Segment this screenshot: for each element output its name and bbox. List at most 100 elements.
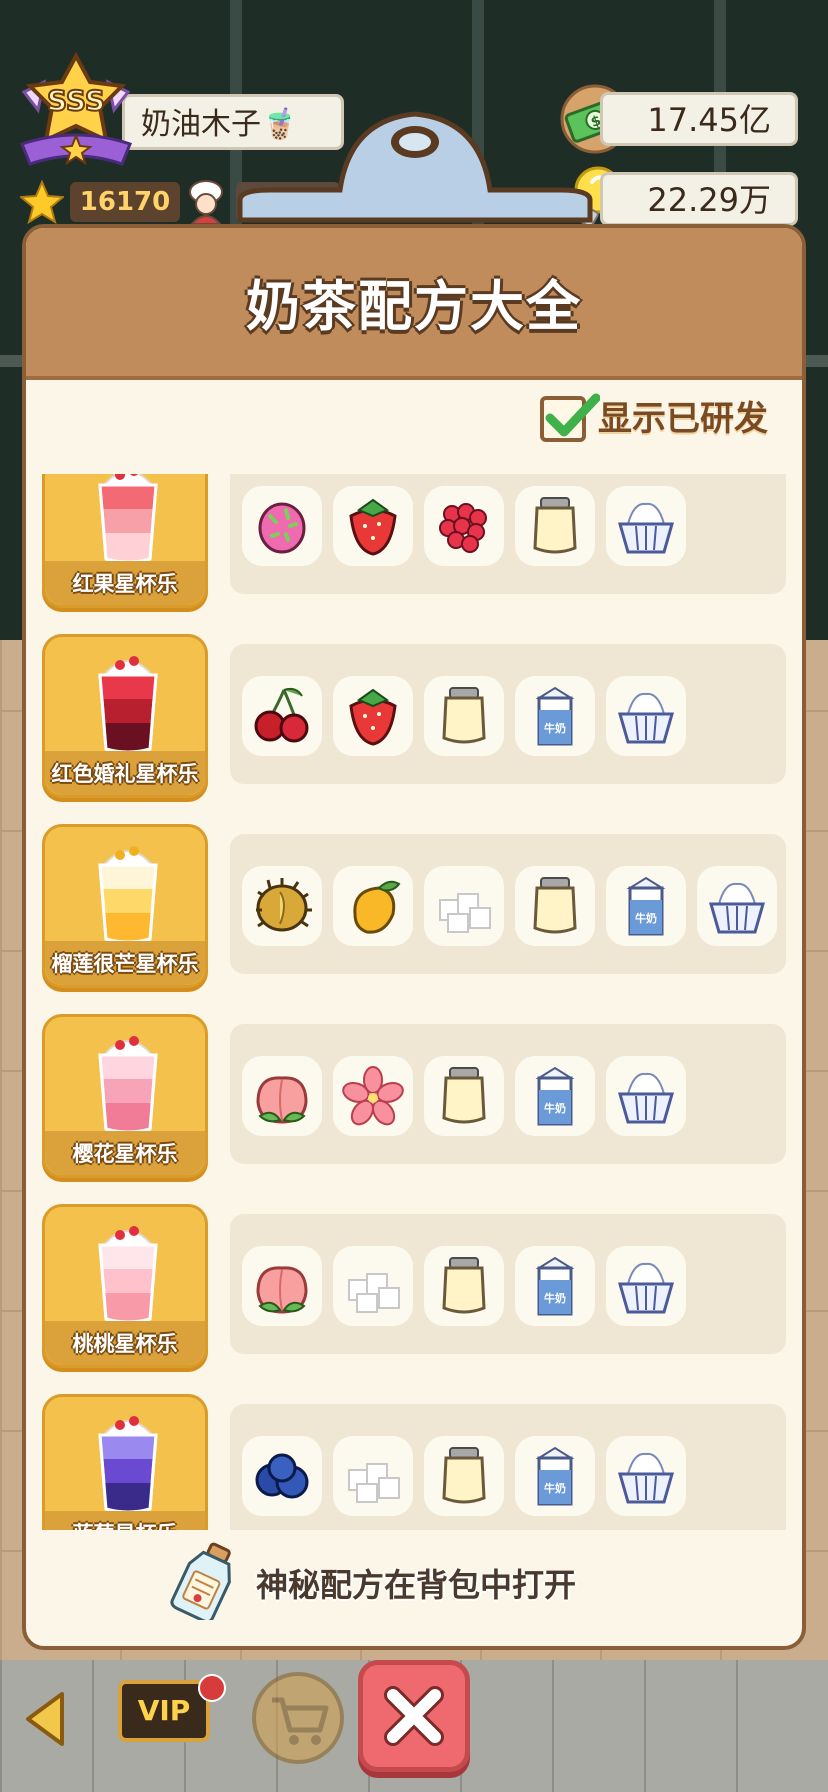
mystery-recipe-hint: 神秘配方在背包中打开	[168, 1540, 648, 1624]
svg-text:牛奶: 牛奶	[544, 1101, 566, 1115]
mango-icon	[353, 880, 401, 934]
ingredient-slot[interactable]	[697, 866, 777, 946]
sugar-cube-icon	[439, 893, 491, 933]
chef-fans-icon	[189, 180, 223, 224]
condensed-milk-jar-icon	[442, 687, 486, 744]
ingredient-slot[interactable]	[606, 1246, 686, 1326]
recipe-name: 桃桃星杯乐	[72, 1332, 178, 1356]
condensed-milk-jar-icon	[442, 1257, 486, 1314]
drink-cup-icon	[98, 1036, 158, 1134]
cream-cup-icon	[618, 1072, 674, 1124]
recipe-row[interactable]: 榴莲很芒星杯乐 牛奶	[40, 824, 790, 994]
strawberry-icon	[349, 498, 397, 556]
cream-cup-icon	[618, 502, 674, 554]
recipe-row[interactable]: 桃桃星杯乐 牛奶	[40, 1204, 790, 1374]
star-icon	[20, 180, 64, 224]
milk-carton-icon: 牛奶	[535, 1256, 575, 1316]
ingredient-slot[interactable]	[333, 486, 413, 566]
ingredient-slot[interactable]: 牛奶	[515, 1436, 595, 1516]
milk-carton-icon: 牛奶	[535, 686, 575, 746]
show-developed-toggle[interactable]: 显示已研发	[540, 393, 780, 446]
ingredient-slot[interactable]	[242, 1436, 322, 1516]
peach-icon	[256, 1076, 308, 1124]
recipe-drink-card[interactable]: 榴莲很芒星杯乐	[42, 824, 208, 988]
ingredient-slot[interactable]	[242, 866, 322, 946]
drink-cup-icon	[98, 474, 158, 564]
mystery-recipe-hint-text: 神秘配方在背包中打开	[256, 1566, 577, 1604]
back-arrow-icon[interactable]	[22, 1690, 70, 1748]
recipe-name: 红果星杯乐	[72, 572, 178, 596]
svg-text:牛奶: 牛奶	[544, 721, 566, 735]
recipe-row[interactable]: 蓝莓星杯乐 牛奶	[40, 1394, 790, 1530]
stars-count: 16170	[70, 182, 180, 222]
ingredient-slot[interactable]	[515, 486, 595, 566]
shop-cart-icon[interactable]	[250, 1670, 346, 1766]
show-developed-label: 显示已研发	[598, 399, 768, 439]
money-balance[interactable]: 17.45亿	[600, 92, 798, 146]
cherry-icon	[254, 687, 309, 743]
blueberry-icon	[255, 1453, 309, 1499]
svg-text:牛奶: 牛奶	[544, 1481, 566, 1495]
recipe-drink-card[interactable]: 红色婚礼星杯乐	[42, 634, 208, 798]
drink-cup-icon	[98, 846, 158, 944]
ingredient-slot[interactable]	[333, 866, 413, 946]
ingredient-slot[interactable]	[606, 1056, 686, 1136]
ingredient-slot[interactable]	[424, 1056, 504, 1136]
ingredient-slot[interactable]	[333, 676, 413, 756]
notification-dot	[198, 1674, 226, 1702]
show-developed-checkbox[interactable]	[540, 393, 600, 442]
recipe-row[interactable]: 红色婚礼星杯乐 牛奶	[40, 634, 790, 804]
rank-text: SSS	[47, 84, 105, 117]
ingredient-strip: 牛奶	[230, 834, 786, 974]
ingredient-slot[interactable]	[515, 866, 595, 946]
ingredient-slot[interactable]	[333, 1436, 413, 1516]
condensed-milk-jar-icon	[442, 1447, 486, 1504]
ingredient-slot[interactable]	[242, 486, 322, 566]
condensed-milk-jar-icon	[533, 497, 577, 554]
ingredient-slot[interactable]	[606, 676, 686, 756]
rank-badge-icon[interactable]: SSS	[14, 52, 138, 174]
ingredient-slot[interactable]	[424, 676, 504, 756]
sugar-cube-icon	[348, 1273, 400, 1313]
drink-cup-icon	[98, 656, 158, 754]
cream-cup-icon	[709, 882, 765, 934]
panel-header: 奶茶配方大全	[26, 228, 802, 380]
ideas-balance[interactable]: 22.29万	[600, 172, 798, 226]
peach-icon	[256, 1266, 308, 1314]
recipe-row[interactable]: 樱花星杯乐 牛奶	[40, 1014, 790, 1184]
ingredient-strip: 牛奶	[230, 1214, 786, 1354]
ingredient-slot[interactable]: 牛奶	[515, 1056, 595, 1136]
recipe-drink-card[interactable]: 红果星杯乐	[42, 474, 208, 608]
ingredient-slot[interactable]	[242, 1056, 322, 1136]
recipe-row[interactable]: 红果星杯乐	[40, 474, 790, 614]
svg-text:牛奶: 牛奶	[635, 911, 657, 925]
recipe-list[interactable]: 红果星杯乐 红色婚礼星杯乐 牛奶 榴莲很芒星杯乐 牛奶 樱花星杯乐 牛奶 桃桃星杯乐牛…	[40, 474, 790, 1530]
vip-label: VIP	[138, 1694, 191, 1727]
raspberry-icon	[439, 503, 487, 553]
ingredient-slot[interactable]	[242, 1246, 322, 1326]
ingredient-strip	[230, 474, 786, 594]
ingredient-strip: 牛奶	[230, 1404, 786, 1530]
recipe-drink-card[interactable]: 桃桃星杯乐	[42, 1204, 208, 1368]
ingredient-slot[interactable]	[424, 486, 504, 566]
panel-title: 奶茶配方大全	[246, 275, 582, 338]
ingredient-slot[interactable]	[333, 1246, 413, 1326]
recipe-drink-card[interactable]: 蓝莓星杯乐	[42, 1394, 208, 1530]
close-button[interactable]	[358, 1660, 470, 1772]
ingredient-slot[interactable]	[333, 1056, 413, 1136]
ingredient-slot[interactable]	[424, 1246, 504, 1326]
cream-cup-icon	[618, 1262, 674, 1314]
ingredient-slot[interactable]	[242, 676, 322, 756]
recipe-drink-card[interactable]: 樱花星杯乐	[42, 1014, 208, 1178]
recipe-name: 蓝莓星杯乐	[45, 1519, 205, 1530]
recipe-name: 红色婚礼星杯乐	[51, 762, 199, 786]
ingredient-slot[interactable]: 牛奶	[606, 866, 686, 946]
ingredient-slot[interactable]: 牛奶	[515, 676, 595, 756]
ingredient-slot[interactable]	[424, 866, 504, 946]
ingredient-slot[interactable]	[606, 1436, 686, 1516]
ingredient-slot[interactable]	[606, 486, 686, 566]
durian-icon	[256, 878, 312, 932]
cream-cup-icon	[618, 692, 674, 744]
ingredient-slot[interactable]	[424, 1436, 504, 1516]
ingredient-slot[interactable]: 牛奶	[515, 1246, 595, 1326]
